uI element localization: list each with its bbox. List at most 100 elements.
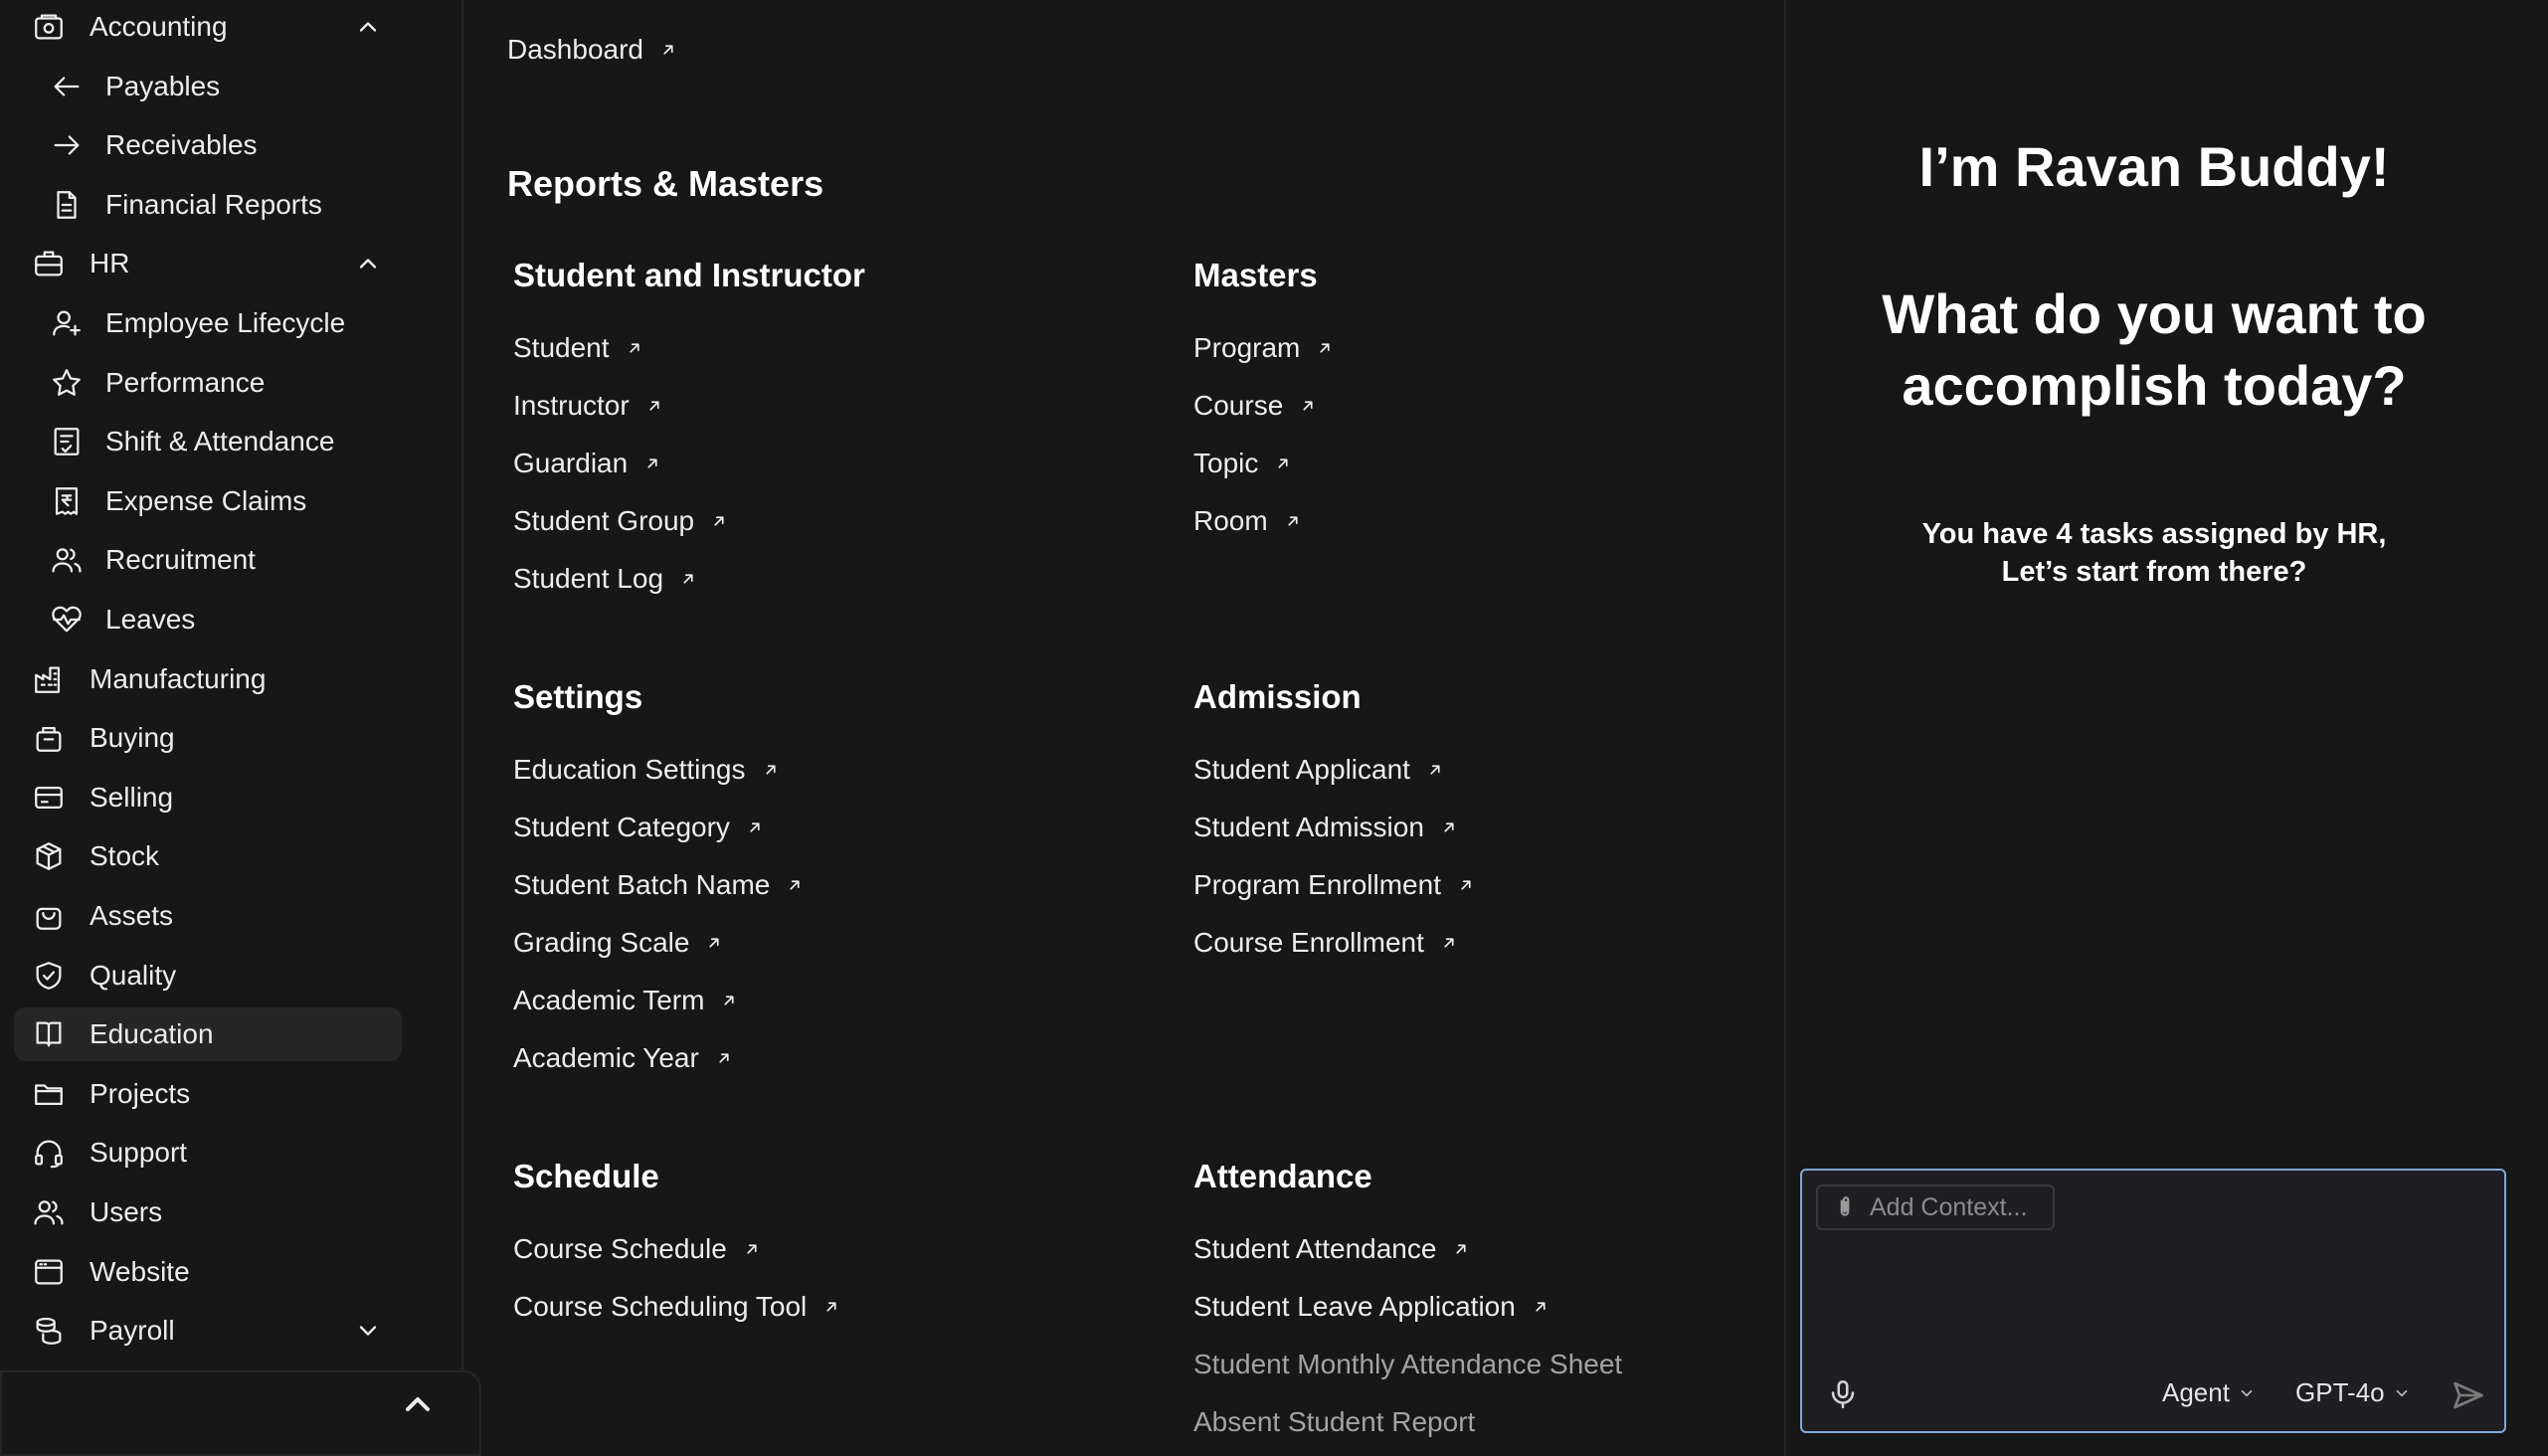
add-context-chip[interactable]	[1816, 1184, 2055, 1230]
sidebar-item-label: Users	[90, 1196, 163, 1227]
link-student-leave-application[interactable]: Student Leave Application	[1193, 1291, 1549, 1323]
link-label: Student Attendance	[1193, 1233, 1437, 1264]
paperclip-icon	[1840, 1196, 1850, 1216]
card-icon	[35, 786, 63, 810]
users-icon	[52, 548, 82, 573]
link-student-applicant[interactable]: Student Applicant	[1193, 754, 1444, 786]
sidebar-item-accounting[interactable]: Accounting	[14, 0, 402, 54]
link-topic[interactable]: Topic	[1193, 448, 1292, 479]
sidebar-item-employee-lifecycle[interactable]: Employee Lifecycle	[14, 296, 402, 350]
external-arrow-icon	[1444, 938, 1454, 948]
model-dropdown[interactable]: GPT-4o	[2295, 1377, 2411, 1408]
link-guardian[interactable]: Guardian	[513, 448, 661, 479]
coins-icon	[36, 1317, 62, 1345]
sidebar-item-users[interactable]: Users	[14, 1185, 402, 1239]
link-student[interactable]: Student	[513, 332, 643, 364]
link-label: Student Admission	[1193, 812, 1424, 842]
section-title-admission: Admission	[1193, 678, 1362, 715]
mode-dropdown[interactable]: Agent	[2162, 1377, 2256, 1408]
external-arrow-icon	[709, 938, 720, 948]
sidebar-item-payables[interactable]: Payables	[14, 60, 402, 113]
sidebar-item-education[interactable]: Education	[14, 1007, 402, 1061]
external-arrow-icon	[747, 1244, 757, 1254]
external-arrow-icon	[1303, 401, 1313, 411]
sidebar-item-stock[interactable]: Stock	[14, 829, 402, 883]
link-student-log[interactable]: Student Log	[513, 563, 697, 595]
sidebar-item-leaves[interactable]: Leaves	[14, 593, 402, 646]
basket-icon	[36, 726, 62, 752]
link-course-enrollment[interactable]: Course Enrollment	[1193, 927, 1458, 959]
sidebar-item-label: Financial Reports	[105, 189, 322, 220]
chevron-up-icon[interactable]	[354, 250, 382, 277]
assistant-question: What do you want to accomplish today?	[1882, 282, 2427, 417]
chevron-up-icon[interactable]	[398, 1384, 438, 1424]
sidebar-item-label: Projects	[90, 1078, 191, 1109]
link-program-enrollment[interactable]: Program Enrollment	[1193, 869, 1475, 901]
link-course-schedule[interactable]: Course Schedule	[513, 1233, 761, 1265]
add-context-input[interactable]	[1870, 1192, 2049, 1222]
link-academic-term[interactable]: Academic Term	[513, 985, 738, 1016]
sidebar-item-financial-reports[interactable]: Financial Reports	[14, 178, 402, 232]
link-absent-student-report[interactable]: Absent Student Report	[1193, 1406, 1475, 1438]
link-program[interactable]: Program	[1193, 332, 1334, 364]
sidebar-item-manufacturing[interactable]: Manufacturing	[14, 652, 402, 706]
link-label: Grading Scale	[513, 927, 690, 958]
link-label: Student	[513, 332, 610, 363]
reports-masters-title: Reports & Masters	[507, 163, 824, 204]
link-instructor[interactable]: Instructor	[513, 390, 663, 422]
sidebar-item-support[interactable]: Support	[14, 1126, 402, 1180]
sidebar-item-expense-claims[interactable]: Expense Claims	[14, 474, 402, 528]
link-label: Student Applicant	[1193, 754, 1410, 785]
link-student-category[interactable]: Student Category	[513, 812, 764, 843]
user-plus-icon	[53, 310, 81, 336]
chevron-up-icon[interactable]	[354, 13, 382, 41]
external-arrow-icon	[1461, 880, 1471, 890]
link-student-batch-name[interactable]: Student Batch Name	[513, 869, 804, 901]
sidebar-item-selling[interactable]: Selling	[14, 771, 402, 824]
mode-dropdown-label: Agent	[2162, 1377, 2230, 1407]
dashboard-link[interactable]: Dashboard	[507, 34, 677, 66]
sidebar-item-label: Selling	[90, 782, 174, 813]
external-arrow-icon	[750, 822, 760, 832]
external-arrow-icon	[1444, 822, 1454, 832]
sidebar-item-projects[interactable]: Projects	[14, 1067, 402, 1121]
document-icon	[57, 191, 77, 219]
sidebar-item-recruitment[interactable]: Recruitment	[14, 533, 402, 587]
book-icon	[36, 1021, 62, 1047]
sidebar-item-receivables[interactable]: Receivables	[14, 118, 402, 172]
section-title-masters: Masters	[1193, 257, 1318, 293]
external-arrow-icon	[1288, 516, 1298, 526]
link-label: Education Settings	[513, 754, 746, 785]
link-room[interactable]: Room	[1193, 505, 1302, 537]
link-label: Student Category	[513, 812, 730, 842]
link-academic-year[interactable]: Academic Year	[513, 1042, 733, 1074]
section-title-attendance: Attendance	[1193, 1158, 1372, 1194]
chevron-down-icon[interactable]	[354, 1317, 382, 1345]
external-arrow-icon	[663, 45, 673, 55]
sidebar-item-hr[interactable]: HR	[14, 237, 402, 290]
sidebar-item-website[interactable]: Website	[14, 1245, 402, 1299]
sidebar-item-assets[interactable]: Assets	[14, 889, 402, 943]
external-arrow-icon	[765, 765, 776, 775]
microphone-icon[interactable]	[1826, 1377, 1860, 1411]
link-student-monthly-attendance-sheet[interactable]: Student Monthly Attendance Sheet	[1193, 1349, 1622, 1380]
sidebar-item-quality[interactable]: Quality	[14, 949, 402, 1002]
link-label: Program	[1193, 332, 1301, 363]
link-grading-scale[interactable]: Grading Scale	[513, 927, 723, 959]
sidebar-item-performance[interactable]: Performance	[14, 356, 402, 410]
link-student-group[interactable]: Student Group	[513, 505, 728, 537]
link-student-attendance[interactable]: Student Attendance	[1193, 1233, 1470, 1265]
main-content: Dashboard Reports & Masters Student and In…	[465, 0, 1784, 1456]
link-course[interactable]: Course	[1193, 390, 1317, 422]
link-course-scheduling-tool[interactable]: Course Scheduling Tool	[513, 1291, 840, 1323]
link-student-admission[interactable]: Student Admission	[1193, 812, 1458, 843]
sidebar-item-label: Payroll	[90, 1315, 175, 1346]
send-icon[interactable]	[2451, 1377, 2486, 1413]
chat-composer[interactable]: Agent GPT-4o	[1800, 1169, 2506, 1433]
link-education-settings[interactable]: Education Settings	[513, 754, 780, 786]
assistant-panel: I’m Ravan Buddy! What do you want to acc…	[1784, 0, 2548, 1456]
sidebar-item-buying[interactable]: Buying	[14, 711, 402, 765]
sidebar-item-shift-attendance[interactable]: Shift & Attendance	[14, 415, 402, 468]
sidebar-item-payroll[interactable]: Payroll	[14, 1304, 402, 1358]
link-label: Room	[1193, 505, 1268, 536]
